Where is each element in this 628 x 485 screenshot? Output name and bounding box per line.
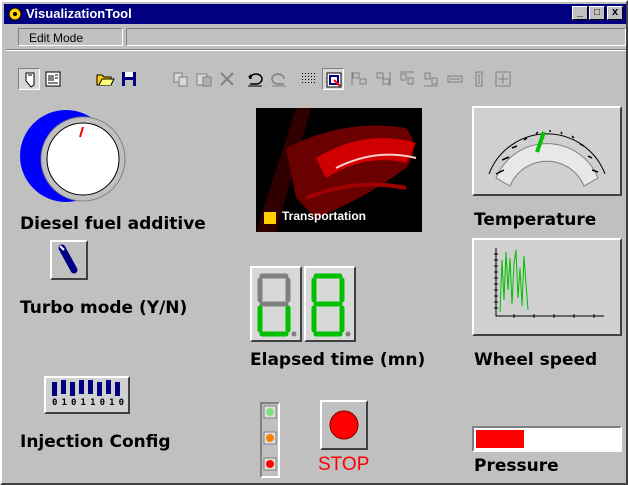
digit-display-2[interactable] (304, 266, 356, 342)
title-bar[interactable]: VisualizationTool _ □ x (4, 4, 626, 24)
pressure-bar[interactable] (472, 426, 622, 452)
open-icon[interactable] (94, 68, 116, 90)
delete-icon[interactable] (216, 68, 238, 90)
dashboard-canvas: Diesel fuel additive Turbo mode (Y/N) 01… (6, 100, 626, 483)
undo-icon[interactable] (244, 68, 266, 90)
align-left-icon[interactable] (348, 68, 370, 90)
grid-icon[interactable] (298, 68, 320, 90)
digit-display-1[interactable] (250, 266, 302, 342)
window-title: VisualizationTool (26, 6, 132, 21)
toolbar (18, 68, 626, 94)
pressure-fill (476, 430, 524, 448)
stop-label: STOP (318, 454, 370, 475)
copy-icon[interactable] (170, 68, 192, 90)
stop-button[interactable] (320, 400, 368, 450)
same-width-icon[interactable] (444, 68, 466, 90)
properties-icon[interactable] (42, 68, 64, 90)
align-right-icon[interactable] (372, 68, 394, 90)
edit-mode-icon[interactable] (322, 68, 344, 90)
separator (6, 49, 626, 51)
app-window: VisualizationTool _ □ x Edit Mode Diesel… (0, 0, 628, 485)
paste-icon[interactable] (193, 68, 215, 90)
transportation-image[interactable]: Transportation (256, 108, 422, 232)
temperature-gauge[interactable] (472, 106, 622, 196)
wheel-speed-label: Wheel speed (474, 350, 598, 370)
pressure-label: Pressure (474, 456, 559, 476)
status-leds (260, 402, 280, 478)
elapsed-label: Elapsed time (mn) (250, 350, 426, 370)
align-bottom-icon[interactable] (420, 68, 442, 90)
align-top-icon[interactable] (396, 68, 418, 90)
maximize-button[interactable]: □ (589, 6, 605, 20)
close-button[interactable]: x (607, 6, 623, 20)
select-icon[interactable] (18, 68, 40, 90)
diesel-dial[interactable] (14, 108, 132, 208)
mode-bar: Edit Mode (6, 26, 626, 46)
transportation-caption: Transportation (282, 209, 367, 223)
save-icon[interactable] (118, 68, 140, 90)
redo-icon[interactable] (268, 68, 290, 90)
chevron-icon (264, 212, 276, 224)
center-icon[interactable] (492, 68, 514, 90)
diesel-label: Diesel fuel additive (20, 214, 206, 234)
app-icon (8, 7, 22, 21)
turbo-toggle[interactable] (50, 240, 88, 280)
status-field (126, 28, 626, 46)
injection-label: Injection Config (20, 432, 171, 452)
turbo-label: Turbo mode (Y/N) (20, 298, 188, 318)
minimize-button[interactable]: _ (572, 6, 588, 20)
wheel-speed-chart[interactable] (472, 238, 622, 336)
injection-bits: 01011010 (52, 398, 129, 408)
temperature-label: Temperature (474, 210, 597, 230)
injection-switches[interactable]: 01011010 (44, 376, 130, 414)
same-height-icon[interactable] (468, 68, 490, 90)
mode-indicator: Edit Mode (18, 28, 123, 46)
